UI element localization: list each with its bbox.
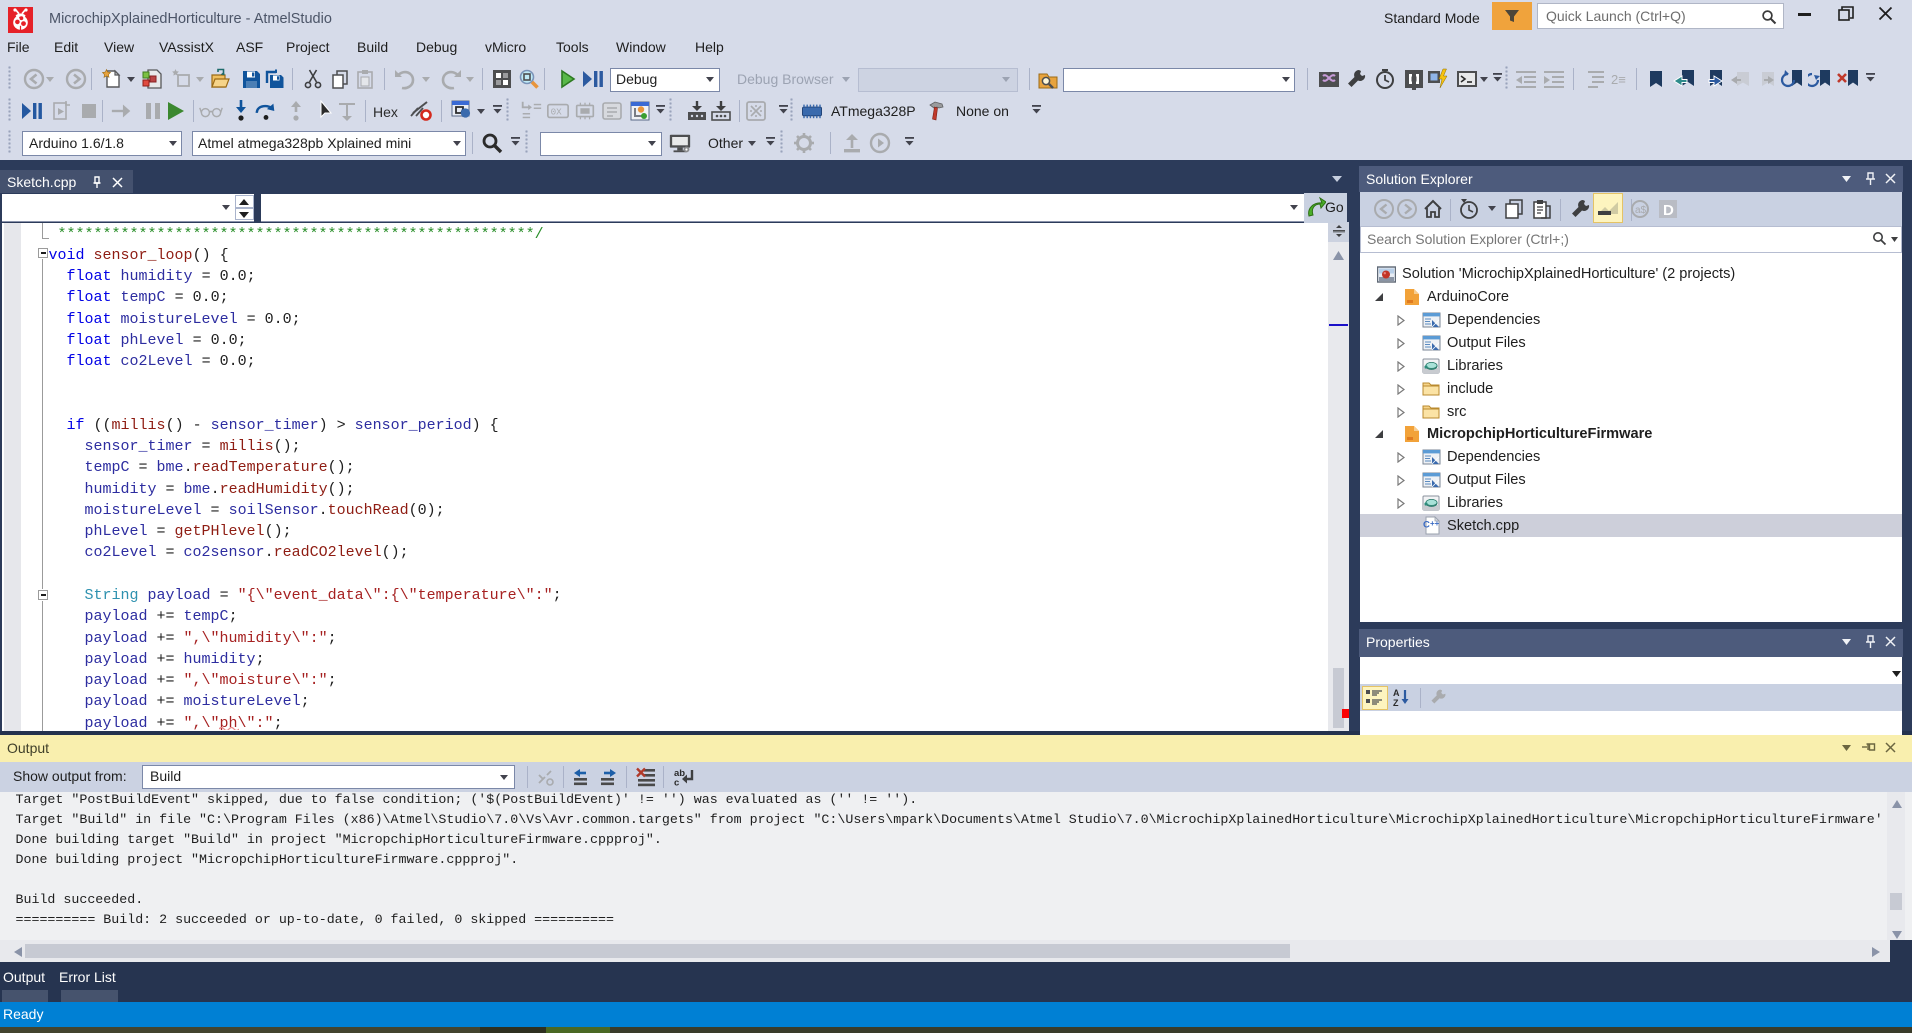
svg-text:++: ++ — [1430, 519, 1440, 528]
svg-text:A: A — [1393, 688, 1400, 698]
svg-text:C: C — [1423, 520, 1430, 531]
svg-text:2≡: 2≡ — [1611, 72, 1626, 87]
svg-text:a$: a$ — [1635, 205, 1647, 216]
svg-text:D: D — [1663, 202, 1674, 219]
svg-text:Z: Z — [1393, 698, 1399, 707]
svg-text:c: c — [674, 778, 679, 788]
svg-text:0X: 0X — [551, 107, 563, 118]
